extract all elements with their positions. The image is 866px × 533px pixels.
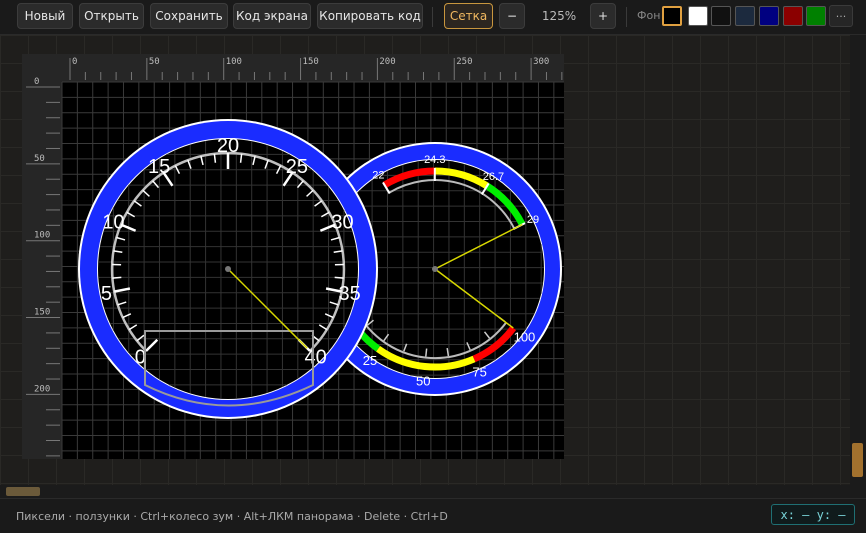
bg-swatch-dark[interactable] [711,6,731,26]
toolbar-divider [626,7,627,27]
open-button[interactable]: Открыть [79,3,144,29]
lower-scale-label: 50 [416,373,430,388]
lower-scale-label: 75 [472,365,486,380]
more-colors-button[interactable]: ··· [829,5,853,27]
gauge-tick [112,277,121,278]
bg-swatch-dark-red[interactable] [783,6,803,26]
ruler-label: 250 [456,57,472,67]
screen-code-button[interactable]: Код экрана [233,3,311,29]
gauge-tick [241,154,242,163]
ruler-label: 50 [34,154,45,164]
toolbar: Новый Открыть Сохранить Код экрана Копир… [0,0,866,35]
ruler-label: 150 [303,57,319,67]
ruler-label: 200 [379,57,395,67]
ruler-label: 0 [72,57,77,67]
gauge-scale-label: 25 [286,156,308,178]
vertical-scrollbar[interactable] [850,35,866,498]
gauge-scale-label: 40 [305,347,327,369]
bg-swatch-white[interactable] [688,6,708,26]
horizontal-scrollbar[interactable] [0,485,850,498]
upper-scale-label: 24.3 [424,154,445,166]
grid-toggle-button[interactable]: Сетка [444,3,493,29]
gauge-tick [335,277,344,278]
ruler-label: 200 [34,384,50,394]
gauge-speedometer[interactable]: 0510152025303540 [78,119,378,419]
gauge-scale-label: 5 [101,283,112,305]
zoom-level: 125% [536,9,582,23]
ruler-label: 300 [533,57,549,67]
status-bar: Пиксели · ползунки · Ctrl+колесо зум · A… [0,498,866,533]
lower-tick [426,349,427,357]
bg-swatch-navy[interactable] [759,6,779,26]
bg-swatch-navy-gray[interactable] [735,6,755,26]
gauge-scale-label: 10 [102,212,124,234]
design-canvas[interactable]: 0 50 100 150 200 250 300 0 50 100 150 200 22 24.3 26… [22,54,564,459]
ruler-label: 100 [34,231,50,241]
horizontal-scroll-thumb[interactable] [6,487,40,496]
gauge-hub [432,266,438,272]
vertical-scroll-thumb[interactable] [852,443,863,477]
zoom-out-button[interactable]: − [499,3,525,29]
gauge-scale-label: 30 [331,212,353,234]
upper-scale-label: 22 [372,170,384,182]
ruler-label: 50 [149,57,160,67]
shortcut-hint: Пиксели · ползунки · Ctrl+колесо зум · A… [16,510,448,523]
ruler-label: 150 [34,308,50,318]
copy-code-button[interactable]: Копировать код [317,3,423,29]
cursor-coordinates: x: — y: — [771,504,855,525]
upper-scale-label: 29 [527,214,539,226]
zoom-in-button[interactable]: + [590,3,616,29]
upper-scale-label: 26.7 [483,171,504,183]
lower-scale-label: 25 [363,353,377,368]
gauge-scale-label: 15 [148,156,170,178]
gauge-tick [214,154,215,163]
background-label: Фон [637,9,660,22]
canvas-workspace[interactable]: 0 50 100 150 200 250 300 0 50 100 150 200 22 24.3 26… [0,35,866,498]
ruler-label: 100 [226,57,242,67]
canvas-area[interactable]: 0 50 100 150 200 250 300 0 50 100 150 200 22 24.3 26… [22,54,564,463]
gauge-scale-label: 20 [217,135,239,157]
toolbar-divider [432,7,433,27]
bg-swatch-black[interactable] [662,6,682,26]
gauge-scale-label: 35 [338,283,360,305]
gauge-hub [225,266,231,272]
lower-scale-label: 100 [514,329,536,344]
bg-swatch-green[interactable] [806,6,826,26]
save-button[interactable]: Сохранить [150,3,228,29]
new-button[interactable]: Новый [17,3,73,29]
ruler-label: 0 [34,77,39,87]
